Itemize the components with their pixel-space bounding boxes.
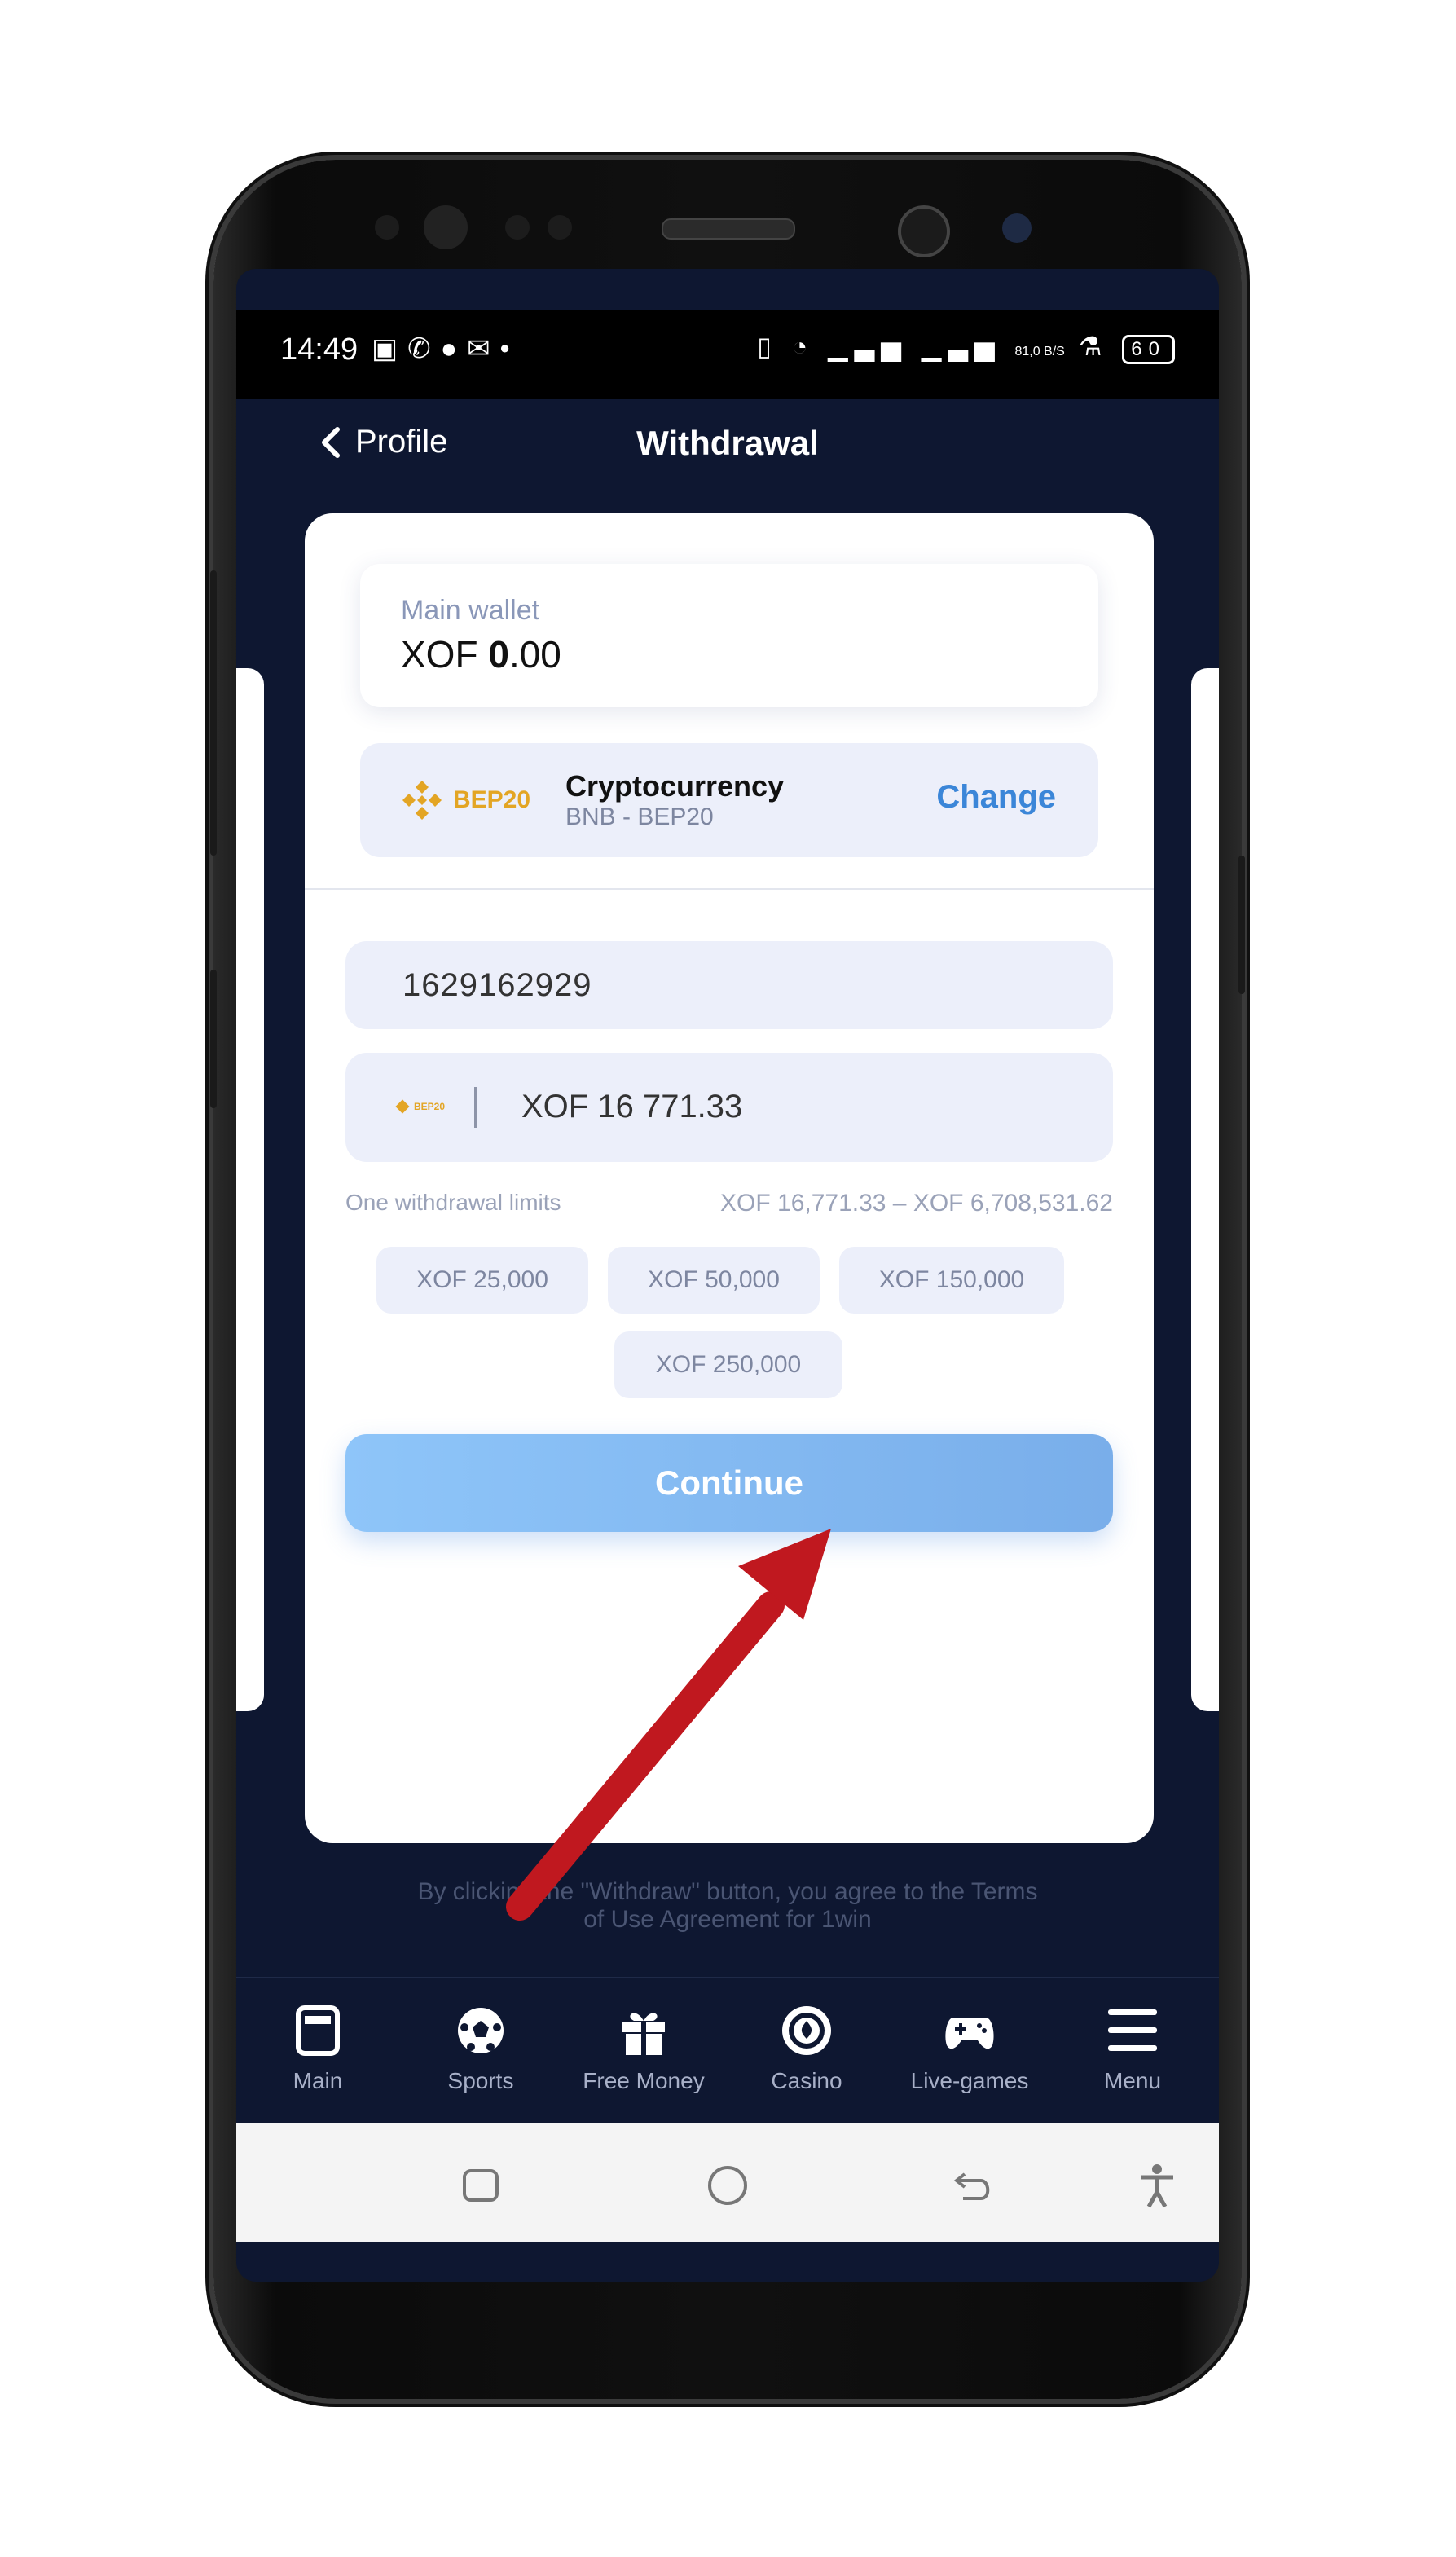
signal-icon: ▁▃▅ [921, 332, 1001, 361]
net-speed: 81,0 B/S [1014, 345, 1065, 359]
wallet-address-value: 1629162929 [402, 967, 592, 1003]
withdrawal-limits: One withdrawal limits XOF 16,771.33 – XO… [345, 1190, 1113, 1217]
nav-main[interactable]: Main [236, 2003, 399, 2094]
amount-chip-25000[interactable]: XOF 25,000 [376, 1247, 588, 1314]
amount-value: XOF 16 771.33 [521, 1089, 743, 1124]
nav-free-money[interactable]: Free Money [562, 2003, 725, 2094]
system-status-icons: ▯ ◔ ▁▃▅ ▁▃▅ 81,0 B/S ⚗ 60 [757, 331, 1175, 364]
gamepad-icon [945, 2018, 994, 2049]
flask-icon: ⚗ [1078, 332, 1109, 361]
amount-chip-50000[interactable]: XOF 50,000 [608, 1247, 820, 1314]
phone-sensor [505, 215, 530, 240]
battery-icon: 60 [1122, 335, 1175, 364]
limits-label: One withdrawal limits [345, 1190, 561, 1215]
casino-chip-icon [782, 2006, 831, 2055]
soccer-ball-icon [458, 2008, 504, 2053]
recent-apps-icon[interactable] [456, 2161, 505, 2210]
wifi-icon: ◔ [791, 332, 815, 361]
wallet-label: Main wallet [401, 595, 540, 626]
gift-icon [622, 2013, 665, 2055]
phone-speaker [662, 218, 795, 240]
system-nav-bar [236, 2123, 1219, 2242]
method-name: Cryptocurrency [565, 769, 785, 803]
vibrate-icon: ▯ [757, 332, 778, 361]
bnb-diamond-icon [402, 781, 442, 820]
phone-sensor [1002, 213, 1032, 243]
terms-notice: By clicking the "Withdraw" button, you a… [417, 1878, 1038, 1933]
nav-sports[interactable]: Sports [399, 2003, 562, 2094]
wallet-balance: XOF 0.00 [401, 633, 561, 676]
divider [305, 888, 1154, 890]
withdrawal-card: Main wallet XOF 0.00 BEP20 Cryptocurrenc… [305, 513, 1154, 1843]
app-bar: Profile Withdrawal [236, 399, 1219, 497]
amount-chip-150000[interactable]: XOF 150,000 [839, 1247, 1064, 1314]
method-network: BNB - BEP20 [565, 803, 714, 830]
input-separator [474, 1087, 477, 1128]
notification-icons: ▣✆●✉• [372, 333, 520, 364]
continue-button[interactable]: Continue [345, 1434, 1113, 1532]
front-camera [898, 205, 950, 257]
bottom-nav: Main Sports Free Money Casino Live-games… [236, 1977, 1219, 2125]
background-card-edge [236, 668, 264, 1711]
accessibility-icon[interactable] [1133, 2161, 1181, 2210]
phone-power-button [1238, 856, 1245, 994]
page-title: Withdrawal [636, 424, 819, 462]
amount-input[interactable]: BEP20 XOF 16 771.33 [345, 1053, 1113, 1162]
status-time: 14:49 [280, 332, 359, 367]
phone-sensor [424, 205, 468, 249]
change-method-button[interactable]: Change [936, 779, 1056, 816]
nav-live-games[interactable]: Live-games [888, 2003, 1051, 2094]
wallet-address-input[interactable]: 1629162929 [345, 941, 1113, 1029]
nav-menu[interactable]: Menu [1051, 2003, 1214, 2094]
signal-icon: ▁▃▅ [828, 332, 908, 361]
nav-casino[interactable]: Casino [725, 2003, 888, 2094]
background-card-edge [1191, 668, 1219, 1711]
bnb-diamond-icon [395, 1099, 410, 1114]
payment-method-box: BEP20 Cryptocurrency BNB - BEP20 Change [360, 743, 1098, 857]
phone-sensor [375, 215, 399, 240]
main-wallet-box: Main wallet XOF 0.00 [360, 564, 1098, 707]
main-icon [296, 2005, 340, 2056]
limits-range: XOF 16,771.33 – XOF 6,708,531.62 [720, 1190, 1113, 1217]
phone-side-button [210, 570, 217, 856]
status-bar: 14:49 ▣✆●✉• ▯ ◔ ▁▃▅ ▁▃▅ 81,0 B/S ⚗ 60 [236, 310, 1219, 399]
amount-chip-250000[interactable]: XOF 250,000 [614, 1331, 842, 1398]
bep20-logo: BEP20 [399, 777, 530, 823]
phone-sensor [548, 215, 572, 240]
bep20-mini-logo: BEP20 [394, 1098, 445, 1115]
hamburger-icon [1108, 2009, 1157, 2051]
home-icon[interactable] [703, 2161, 752, 2210]
phone-side-button [210, 970, 217, 1108]
back-nav-icon[interactable] [948, 2161, 997, 2210]
screen: 14:49 ▣✆●✉• ▯ ◔ ▁▃▅ ▁▃▅ 81,0 B/S ⚗ 60 Pr… [236, 269, 1219, 2282]
